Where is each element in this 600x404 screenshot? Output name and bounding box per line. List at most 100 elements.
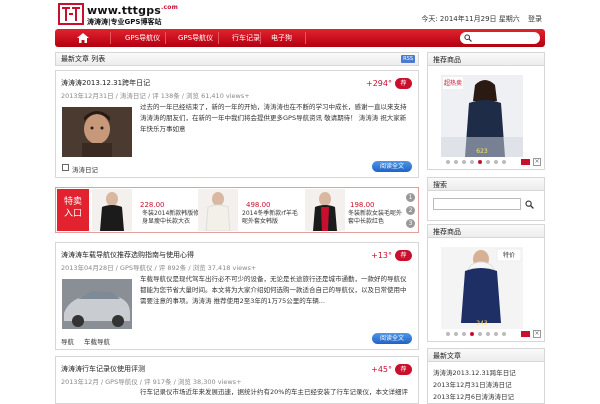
promo-page-1[interactable]: 1	[406, 193, 415, 202]
latest-title: 最新文章 列表	[56, 53, 418, 65]
date-text: 今天: 2014年11月29日 星期六	[421, 15, 520, 23]
sidebar-title: 推荐商品	[428, 53, 544, 66]
slide-dot[interactable]	[462, 160, 466, 164]
latest-header: 最新文章 列表 RSS	[55, 52, 419, 66]
post-excerpt: 过去的一年已经结束了，新的一年的开始，涛涛涛也在不断的学习中成长，感谢一直以来支…	[140, 103, 407, 133]
product-image-tag: 超热卖	[444, 79, 462, 87]
nav-search-input[interactable]	[460, 32, 540, 44]
promo-image[interactable]	[198, 189, 238, 231]
nav-divider	[218, 32, 219, 44]
nav-item-recorder[interactable]: 行车记录	[232, 33, 260, 43]
sidebar-products: 推荐商品 超热卖 623 ×	[427, 52, 545, 170]
promo-strip: 特卖 入口 228.00 冬装2014新款韩版修身显瘦中长款大衣 498.00 …	[55, 187, 419, 233]
sidebar-products: 推荐商品 特价 243 ×	[427, 224, 545, 342]
read-more-button[interactable]: 阅读全文	[372, 333, 412, 344]
post-tag[interactable]: 车载导航	[84, 336, 110, 346]
promo-image[interactable]	[305, 189, 345, 231]
promo-page-2[interactable]: 2	[406, 206, 415, 215]
post-tag[interactable]: 涛涛日记	[72, 164, 98, 174]
slide-dot[interactable]	[446, 332, 450, 336]
post-excerpt: 车载导航仪是现代驾车出行必不可少的设备，无论是长途旅行还是城市通勤，一款好的导航…	[140, 275, 407, 305]
slide-dots	[446, 160, 506, 164]
post-thumbnail[interactable]	[62, 107, 132, 157]
tag-icon	[62, 164, 69, 171]
sidebar-latest: 最新文章 涛涛涛2013.12.31跨年日记 2013年12月31日涛涛日记 2…	[427, 348, 545, 404]
post-title[interactable]: 涛涛涛2013.12.31跨年日记	[61, 78, 150, 88]
sidebar-search-input[interactable]	[433, 198, 521, 210]
close-icon[interactable]: ×	[533, 330, 541, 338]
read-more-button[interactable]: 阅读全文	[372, 161, 412, 172]
slide-dot[interactable]	[462, 332, 466, 336]
slide-dot[interactable]	[470, 160, 474, 164]
search-icon[interactable]	[525, 200, 534, 209]
slide-dot[interactable]	[494, 160, 498, 164]
slide-dot[interactable]	[454, 160, 458, 164]
post-thumbnail[interactable]	[62, 279, 132, 329]
promo-price: 228.00	[140, 201, 165, 209]
sidebar-latest-item[interactable]: 涛涛涛2013.12.31跨年日记	[433, 367, 516, 377]
promo-image[interactable]	[92, 189, 132, 231]
slide-dot[interactable]	[502, 332, 506, 336]
post-excerpt: 行车记录仪市场近年来发展迅速，据统计约有20%的车主已经安装了行车记录仪，本文详…	[140, 388, 408, 396]
product-image-tag: 特价	[503, 251, 515, 259]
promo-label-line2: 入口	[63, 209, 82, 219]
sidebar-title: 最新文章	[428, 349, 544, 362]
slide-dots	[446, 332, 506, 336]
promo-page-3[interactable]: 3	[406, 219, 415, 228]
post-card: 涛涛涛行车记录仪使用评测 2013年12月 / GPS导航仪 / 评 917条 …	[55, 356, 419, 404]
post-meta: 2013年12月31日 / 涛涛日记 / 评 138条 / 浏览 61,410 …	[61, 92, 250, 100]
product-image[interactable]: 超热卖 623	[441, 75, 523, 157]
slide-dot[interactable]	[486, 332, 490, 336]
post-card: 涛涛涛车载导航仪推荐选购指南与使用心得 2013年04月28日 / GPS导航仪…	[55, 242, 419, 350]
sidebar-search: 搜索	[427, 177, 545, 221]
site-logo-icon[interactable]	[58, 3, 84, 25]
product-image[interactable]: 特价 243	[441, 247, 523, 329]
rss-icon[interactable]: RSS	[401, 55, 415, 63]
search-icon[interactable]	[464, 34, 472, 42]
product-price: 623	[476, 148, 488, 155]
nav-divider	[165, 32, 166, 44]
site-subtitle: 涛涛涛|专业GPS博客站	[87, 18, 162, 26]
slide-dot[interactable]	[478, 332, 482, 336]
promo-price: 498.00	[246, 201, 271, 209]
post-title[interactable]: 涛涛涛车载导航仪推荐选购指南与使用心得	[61, 250, 194, 260]
promo-desc[interactable]: 冬装2014新款韩版修身显瘦中长款大衣	[142, 210, 200, 226]
post-card: 涛涛涛2013.12.31跨年日记 2013年12月31日 / 涛涛日记 / 评…	[55, 70, 419, 178]
product-price: 243	[476, 320, 488, 327]
nav-divider	[305, 32, 306, 44]
slide-dot[interactable]	[494, 332, 498, 336]
home-icon[interactable]	[77, 33, 89, 43]
nav-divider	[260, 32, 261, 44]
slide-dot[interactable]	[502, 160, 506, 164]
post-title[interactable]: 涛涛涛行车记录仪使用评测	[61, 364, 145, 374]
site-header: www.tttgps.com 涛涛涛|专业GPS博客站 今天: 2014年11月…	[0, 0, 600, 28]
nav-divider	[110, 32, 111, 44]
slide-dot[interactable]	[454, 332, 458, 336]
promo-desc[interactable]: 冬装新款女装毛呢外套中长款红色	[348, 210, 406, 226]
post-tag[interactable]: 导航	[61, 336, 74, 346]
ad-logo-icon	[521, 159, 530, 165]
ad-logo-icon	[521, 331, 530, 337]
slide-dot[interactable]	[470, 332, 474, 336]
slide-dot[interactable]	[478, 160, 482, 164]
recommend-badge: 荐	[395, 250, 412, 261]
promo-price: 198.00	[350, 201, 375, 209]
sidebar-latest-item[interactable]: 2013年12月31日涛涛日记	[433, 379, 512, 389]
close-icon[interactable]: ×	[533, 158, 541, 166]
recommend-badge: 荐	[395, 364, 412, 375]
login-link[interactable]: 登录	[528, 15, 542, 23]
promo-label-line1: 特卖	[63, 197, 82, 207]
post-heat: +294°	[366, 79, 392, 88]
sidebar-title: 推荐商品	[428, 225, 544, 238]
nav-item-gps-1[interactable]: GPS导航仪	[125, 33, 160, 43]
site-url[interactable]: www.tttgps.com	[87, 4, 178, 17]
nav-item-gps-2[interactable]: GPS导航仪	[178, 33, 213, 43]
post-heat: +13°	[371, 251, 392, 260]
slide-dot[interactable]	[446, 160, 450, 164]
recommend-badge: 荐	[395, 78, 412, 89]
promo-label[interactable]: 特卖 入口	[57, 189, 89, 231]
nav-item-dog[interactable]: 电子狗	[271, 33, 292, 43]
promo-desc[interactable]: 2014冬季新款rf羊毛呢外套女韩版	[242, 210, 300, 226]
post-heat: +45°	[371, 365, 392, 374]
slide-dot[interactable]	[486, 160, 490, 164]
